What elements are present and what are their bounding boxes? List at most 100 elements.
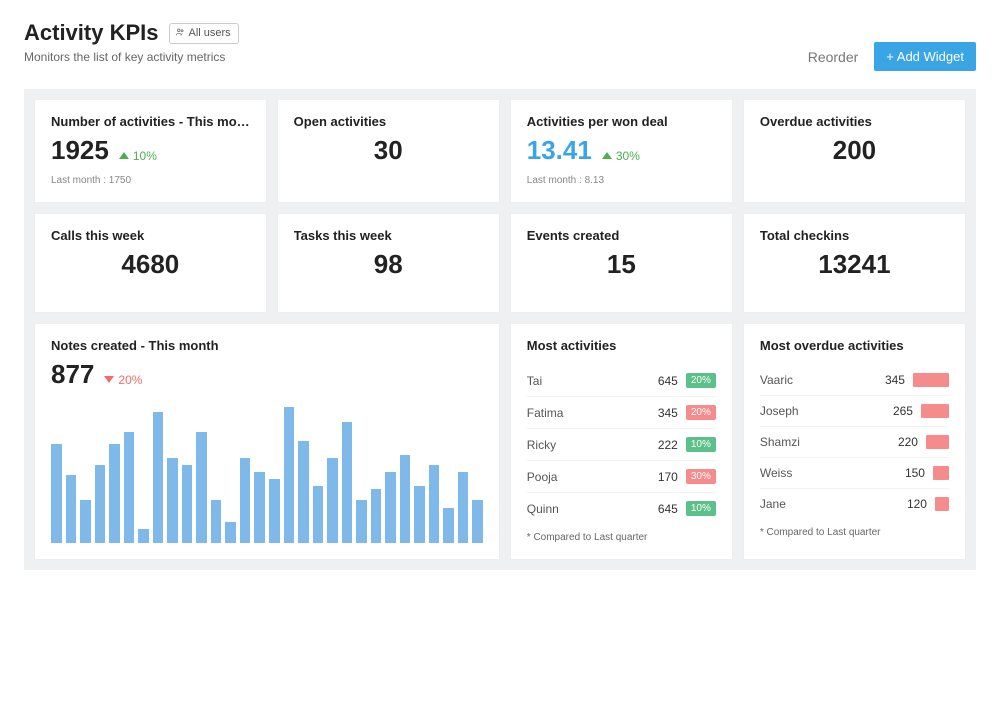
list-item-value: 645 [638,502,678,516]
metric-footnote: Last month : 1750 [51,175,250,186]
metric-value: 98 [374,249,403,279]
card-title: Events created [527,228,716,243]
card-events-created[interactable]: Events created 15 [510,213,733,313]
list-item-value: 345 [865,373,905,387]
pct-badge: 30% [686,469,716,484]
card-footnote: Compared to Last quarter [527,532,716,543]
chart-bar [225,522,236,543]
list-item-name: Jane [760,497,887,511]
reorder-button[interactable]: Reorder [808,49,859,65]
pct-badge: 20% [686,405,716,420]
card-footnote: Compared to Last quarter [760,527,949,538]
list-item-name: Fatima [527,406,638,420]
card-title: Notes created - This month [51,338,483,353]
list-item: Fatima345 20% [527,396,716,428]
chart-bar [240,458,251,543]
card-title: Total checkins [760,228,949,243]
mini-bar [933,466,949,480]
chart-bar [342,422,353,543]
list-item-name: Quinn [527,502,638,516]
page-subtitle: Monitors the list of key activity metric… [24,50,239,64]
card-open-activities[interactable]: Open activities 30 [277,99,500,203]
card-most-activities[interactable]: Most activities Tai64520% Fatima345 20% Ric… [510,323,733,560]
mini-bar [935,497,949,511]
list-item-name: Shamzi [760,435,878,449]
list-item: Weiss150 [760,457,949,488]
chart-bar [66,475,77,543]
card-tasks-this-week[interactable]: Tasks this week 98 [277,213,500,313]
list-item-value: 150 [885,466,925,480]
dashboard-grid: Number of activities - This mo… 1925 10%… [24,89,976,570]
card-title: Number of activities - This mo… [51,114,250,129]
mini-bar [921,404,949,418]
card-title: Most activities [527,338,716,353]
chart-bar [80,500,91,543]
pct-badge: 10% [686,501,716,516]
bar-chart [51,401,483,543]
metric-footnote: Last month : 8.13 [527,175,716,186]
chart-bar [458,472,469,543]
list-item-name: Ricky [527,438,638,452]
list-item-value: 645 [638,374,678,388]
metric-value: 15 [607,249,636,279]
metric-value: 877 [51,361,94,387]
chart-bar [124,432,135,543]
metric-delta-down: 20% [104,373,142,387]
chart-bar [472,500,483,543]
mini-bar [913,373,949,387]
triangle-up-icon [602,152,612,159]
list: Tai64520%Fatima34520%Ricky22210%Pooja170… [527,365,716,524]
list-item: Quinn645 10% [527,492,716,524]
card-total-checkins[interactable]: Total checkins 13241 [743,213,966,313]
list-item-name: Weiss [760,466,885,480]
filter-label: All users [189,27,231,39]
metric-value: 200 [833,135,876,165]
chart-bar [429,465,440,543]
list-item-value: 265 [873,404,913,418]
list-item: Shamzi220 [760,426,949,457]
list-item: Ricky22210% [527,428,716,460]
card-title: Activities per won deal [527,114,716,129]
card-calls-this-week[interactable]: Calls this week 4680 [34,213,267,313]
card-overdue-activities[interactable]: Overdue activities 200 [743,99,966,203]
chart-bar [51,444,62,543]
card-notes-created[interactable]: Notes created - This month 877 20% [34,323,500,560]
card-activities-per-won-deal[interactable]: Activities per won deal 13.41 30% Last m… [510,99,733,203]
metric-value: 4680 [121,249,179,279]
metric-value: 1925 [51,137,109,163]
chart-bar [385,472,396,543]
chart-bar [138,529,149,543]
list-item-value: 170 [638,470,678,484]
card-number-of-activities[interactable]: Number of activities - This mo… 1925 10%… [34,99,267,203]
card-title: Overdue activities [760,114,949,129]
list-item-name: Vaaric [760,373,865,387]
triangle-down-icon [104,376,114,383]
card-title: Tasks this week [294,228,483,243]
list-item-value: 222 [638,438,678,452]
chart-bar [298,441,309,543]
metric-value: 13.41 [527,137,592,163]
chart-bar [254,472,265,543]
list-item: Tai64520% [527,365,716,396]
chart-bar [327,458,338,543]
card-most-overdue-activities[interactable]: Most overdue activities Vaaric345 Joseph2… [743,323,966,560]
list-item-name: Joseph [760,404,873,418]
list-item-name: Tai [527,374,638,388]
chart-bar [95,465,106,543]
chart-bar [313,486,324,543]
chart-bar [414,486,425,543]
list-item-value: 345 [638,406,678,420]
chart-bar [153,412,164,543]
metric-delta-up: 30% [602,149,640,163]
add-widget-button[interactable]: + Add Widget [874,42,976,71]
card-title: Most overdue activities [760,338,949,353]
chart-bar [196,432,207,543]
mini-bar [926,435,949,449]
list-item: Pooja17030% [527,460,716,492]
chart-bar [167,458,178,543]
card-title: Open activities [294,114,483,129]
page-title: Activity KPIs [24,20,159,46]
chart-bar [269,479,280,543]
metric-value: 30 [374,135,403,165]
filter-all-users[interactable]: All users [169,23,239,44]
